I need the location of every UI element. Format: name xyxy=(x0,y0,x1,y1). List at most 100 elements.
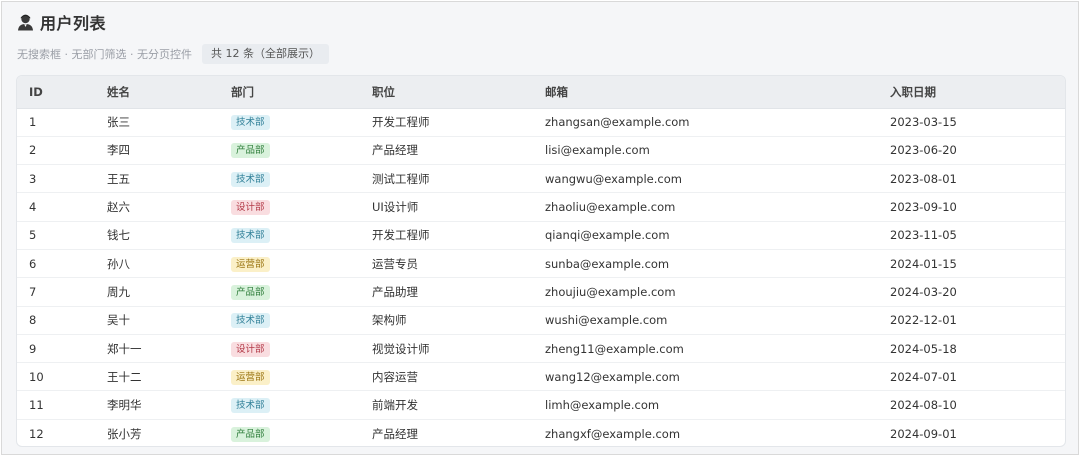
cell-date: 2024-05-18 xyxy=(878,334,1065,364)
cell-dept: 运营部 xyxy=(219,362,360,392)
table-row[interactable]: 11 李明华 技术部 前端开发 limh@example.com 2024-08-10 xyxy=(17,390,1065,420)
department-badge: 技术部 xyxy=(231,313,270,329)
cell-name: 吴十 xyxy=(95,306,219,335)
cell-title: UI设计师 xyxy=(360,192,533,222)
cell-date: 2022-12-01 xyxy=(878,306,1065,335)
cell-title: 产品经理 xyxy=(372,426,418,441)
cell-id: 3 xyxy=(17,164,95,194)
cell-email: zhangxf@example.com xyxy=(545,426,681,441)
cell-date: 2023-11-05 xyxy=(878,221,1065,250)
column-header-date[interactable]: 入职日期 xyxy=(878,76,1065,109)
user-table: ID 姓名 部门 职位 邮箱 入职日期 1 张三 技术部 开发工程师 zhangsan@… xyxy=(17,76,1065,446)
cell-title: 产品经理 xyxy=(360,136,533,166)
table-row[interactable]: 6 孙八 运营部 运营专员 sunba@example.com 2024-01-15 xyxy=(17,249,1065,279)
feature-note: 无搜索框 · 无部门筛选 · 无分页控件 xyxy=(17,48,192,61)
cell-email: limh@example.com xyxy=(533,390,878,420)
department-badge: 运营部 xyxy=(231,256,270,272)
cell-email: zhoujiu@example.com xyxy=(533,277,878,307)
cell-id: 9 xyxy=(17,334,95,364)
table-row[interactable]: 3 王五 技术部 测试工程师 wangwu@example.com 2023-08-01 xyxy=(17,164,1065,194)
department-badge: 设计部 xyxy=(231,200,270,216)
table-row[interactable]: 9 郑十一 设计部 视觉设计师 zheng11@example.com 2024-05-1… xyxy=(17,334,1065,364)
cell-dept: 技术部 xyxy=(219,108,360,137)
cell-title: 内容运营 xyxy=(360,362,533,392)
cell-dept: 设计部 xyxy=(219,334,360,364)
department-badge: 技术部 xyxy=(231,228,270,244)
cell-id: 4 xyxy=(17,192,95,222)
cell-name: 钱七 xyxy=(95,221,219,250)
department-badge: 运营部 xyxy=(231,369,270,385)
column-header-title[interactable]: 职位 xyxy=(360,76,533,109)
column-header-email[interactable]: 邮箱 xyxy=(533,76,878,109)
cell-id: 8 xyxy=(17,306,95,335)
table-row[interactable]: 12 张小芳 产品部 产品经理 zhangxf@example.com 2024-09-0… xyxy=(17,419,1065,446)
cell-date: 2024-03-20 xyxy=(878,277,1065,307)
user-icon xyxy=(18,14,33,31)
cell-email: qianqi@example.com xyxy=(533,221,878,250)
cell-name: 张三 xyxy=(95,108,219,137)
department-badge: 产品部 xyxy=(231,284,270,300)
table-row[interactable]: 1 张三 技术部 开发工程师 zhangsan@example.com 2023-03-1… xyxy=(17,108,1065,137)
column-header-name[interactable]: 姓名 xyxy=(95,76,219,109)
cell-email: zhaoliu@example.com xyxy=(533,192,878,222)
table-row[interactable]: 7 周九 产品部 产品助理 zhoujiu@example.com 2024-03-20 xyxy=(17,277,1065,307)
cell-id: 6 xyxy=(17,249,95,279)
cell-dept: 设计部 xyxy=(219,192,360,222)
table-row[interactable]: 2 李四 产品部 产品经理 lisi@example.com 2023-06-20 xyxy=(17,136,1065,166)
cell-name: 李明华 xyxy=(95,390,219,420)
table-row[interactable]: 10 王十二 运营部 内容运营 wang12@example.com 2024-07-01 xyxy=(17,362,1065,392)
cell-email: wang12@example.com xyxy=(533,362,878,392)
cell-title: 开发工程师 xyxy=(360,221,533,250)
department-badge: 产品部 xyxy=(231,143,270,159)
page-frame: 用户列表 无搜索框 · 无部门筛选 · 无分页控件 共 12 条（全部展示） I… xyxy=(1,1,1079,455)
cell-date: 2024-01-15 xyxy=(878,249,1065,279)
column-header-dept[interactable]: 部门 xyxy=(219,76,360,109)
cell-email: sunba@example.com xyxy=(533,249,878,279)
cell-dept: 技术部 xyxy=(219,221,360,250)
cell-name: 周九 xyxy=(95,277,219,307)
cell-name: 李四 xyxy=(95,136,219,166)
department-badge: 产品部 xyxy=(231,426,270,442)
cell-title: 产品助理 xyxy=(360,277,533,307)
table-header-row: ID 姓名 部门 职位 邮箱 入职日期 xyxy=(17,76,1065,109)
column-header-id[interactable]: ID xyxy=(17,76,95,109)
cell-title: 运营专员 xyxy=(360,249,533,279)
cell-dept: 产品部 xyxy=(219,419,360,446)
cell-name: 王十二 xyxy=(95,362,219,392)
cell-dept: 产品部 xyxy=(219,136,360,166)
cell-date: 2023-08-01 xyxy=(878,164,1065,194)
table-row[interactable]: 5 钱七 技术部 开发工程师 qianqi@example.com 2023-11-05 xyxy=(17,221,1065,250)
cell-name: 王五 xyxy=(95,164,219,194)
cell-dept: 技术部 xyxy=(219,306,360,335)
cell-name: 孙八 xyxy=(95,249,219,279)
page-header: 用户列表 xyxy=(17,10,106,34)
user-table-card: ID 姓名 部门 职位 邮箱 入职日期 1 张三 技术部 开发工程师 zhangsan@… xyxy=(16,75,1066,447)
cell-dept: 产品部 xyxy=(219,277,360,307)
cell-date: 2023-06-20 xyxy=(878,136,1065,166)
cell-dept: 技术部 xyxy=(219,390,360,420)
department-badge: 技术部 xyxy=(231,398,270,414)
cell-id: 11 xyxy=(17,390,95,420)
cell-title: 视觉设计师 xyxy=(360,334,533,364)
department-badge: 技术部 xyxy=(231,115,270,131)
cell-email: wushi@example.com xyxy=(533,306,878,335)
cell-title: 开发工程师 xyxy=(360,108,533,137)
cell-email: wangwu@example.com xyxy=(533,164,878,194)
cell-date: 2024-08-10 xyxy=(878,390,1065,420)
cell-date: 2024-07-01 xyxy=(878,362,1065,392)
cell-title: 测试工程师 xyxy=(360,164,533,194)
department-badge: 设计部 xyxy=(231,341,270,357)
table-body: 1 张三 技术部 开发工程师 zhangsan@example.com 2023-03-1… xyxy=(17,108,1065,446)
department-badge: 技术部 xyxy=(231,171,270,187)
cell-title: 架构师 xyxy=(360,306,533,335)
cell-title: 前端开发 xyxy=(360,390,533,420)
cell-dept: 技术部 xyxy=(219,164,360,194)
cell-name: 郑十一 xyxy=(95,334,219,364)
cell-id: 10 xyxy=(17,362,95,392)
cell-id: 12 xyxy=(29,426,44,441)
cell-id: 1 xyxy=(17,108,95,137)
table-row[interactable]: 4 赵六 设计部 UI设计师 zhaoliu@example.com 2023-09-10 xyxy=(17,192,1065,222)
page-title: 用户列表 xyxy=(40,14,107,33)
cell-dept: 运营部 xyxy=(219,249,360,279)
table-row[interactable]: 8 吴十 技术部 架构师 wushi@example.com 2022-12-01 xyxy=(17,306,1065,335)
